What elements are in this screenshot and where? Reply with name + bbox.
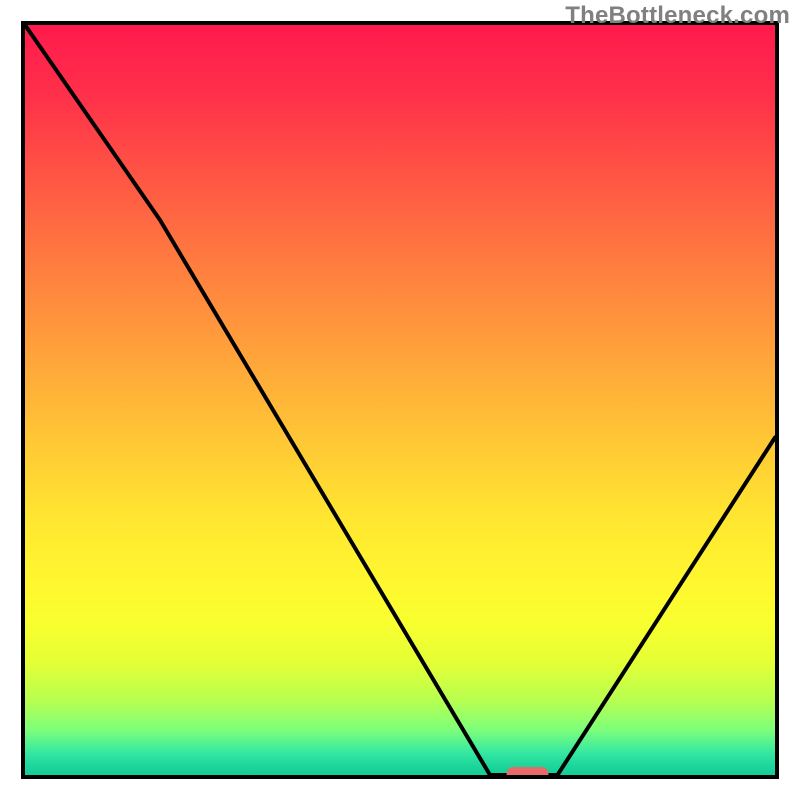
plot-area (25, 25, 775, 775)
watermark-text: TheBottleneck.com (565, 2, 790, 30)
bottleneck-chart: TheBottleneck.com (0, 0, 800, 800)
marker-layer (25, 25, 775, 775)
optimal-point-marker (507, 767, 549, 775)
